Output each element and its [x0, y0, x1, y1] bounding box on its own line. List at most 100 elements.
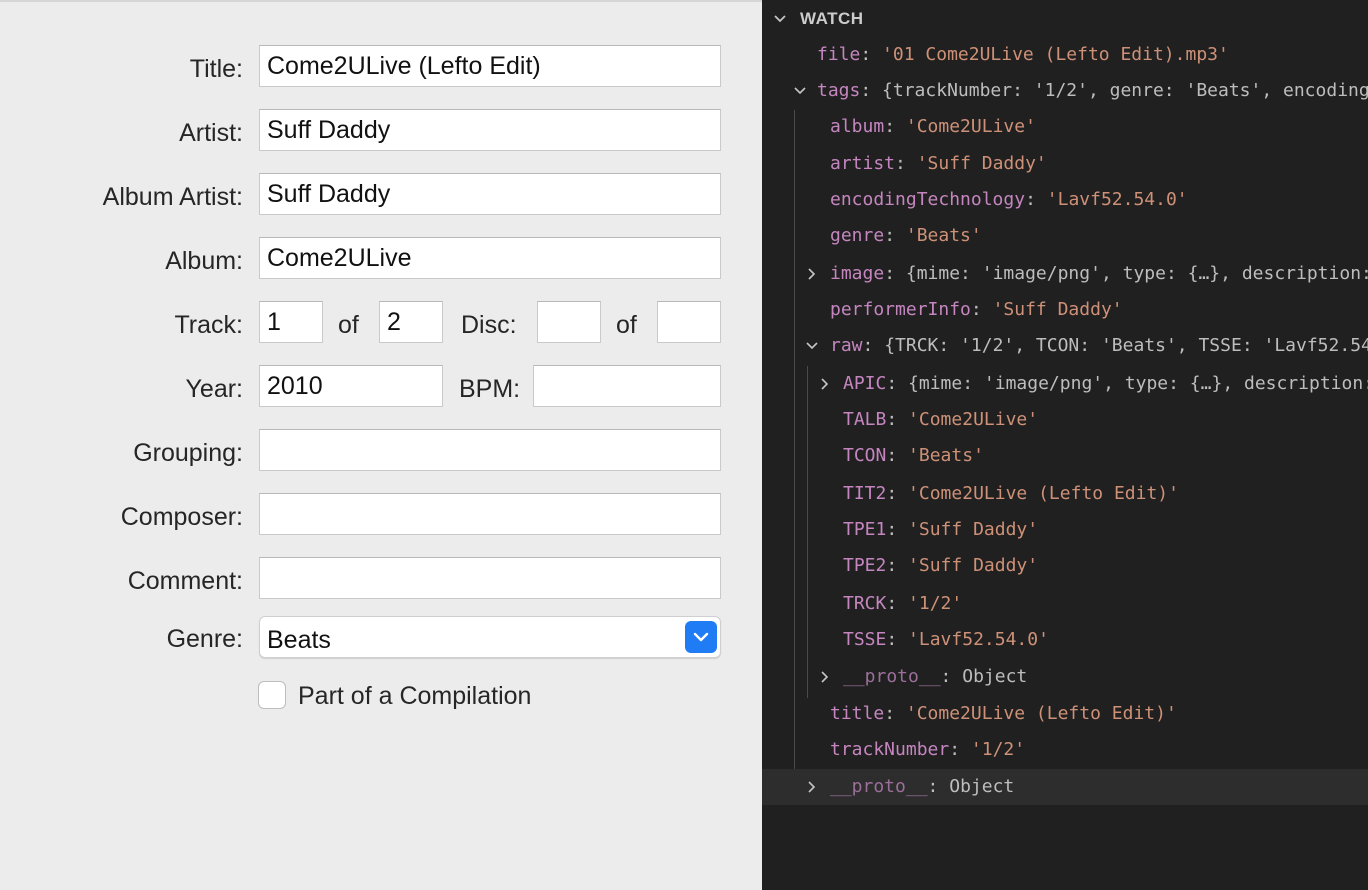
album-field[interactable]: Come2ULive [259, 237, 721, 279]
genre-label: Genre: [166, 625, 243, 653]
album-artist-field[interactable]: Suff Daddy [259, 173, 721, 215]
chevron-right-icon[interactable] [802, 256, 822, 292]
title-label: Title: [189, 55, 243, 83]
genre-dropdown-button[interactable] [685, 621, 717, 653]
watch-value: {mime: 'image/png', type: {…}, descripti… [905, 263, 1368, 284]
watch-row[interactable]: TIT2: 'Come2ULive (Lefto Edit)' [762, 476, 1368, 512]
watch-value: {mime: 'image/png', type: {…}, descripti… [908, 373, 1368, 394]
disc-of-label: of [616, 311, 637, 339]
track-total-field[interactable]: 2 [379, 301, 443, 343]
watch-value: 'Come2ULive' [908, 409, 1039, 430]
watch-key: tags [817, 80, 861, 101]
watch-value: {TRCK: '1/2', TCON: 'Beats', TSSE: 'Lavf… [884, 335, 1368, 356]
watch-value: 'Come2ULive (Lefto Edit)' [908, 483, 1179, 504]
watch-panel: WATCH file: '01 Come2ULive (Lefto Edit).… [762, 0, 1368, 890]
grouping-label: Grouping: [133, 439, 243, 467]
watch-value: 'Beats' [905, 225, 982, 246]
watch-value: 'Suff Daddy' [916, 153, 1047, 174]
watch-row[interactable]: __proto__: Object [762, 769, 1368, 805]
title-field[interactable]: Come2ULive (Lefto Edit) [259, 45, 721, 87]
watch-row[interactable]: file: '01 Come2ULive (Lefto Edit).mp3' [762, 37, 1368, 73]
disc-number-field[interactable] [537, 301, 601, 343]
compilation-label: Part of a Compilation [298, 682, 532, 710]
comment-label: Comment: [127, 567, 243, 595]
composer-field[interactable] [259, 493, 721, 535]
artist-field[interactable]: Suff Daddy [259, 109, 721, 151]
watch-value: '01 Come2ULive (Lefto Edit).mp3' [882, 44, 1229, 65]
watch-row[interactable]: TCON: 'Beats' [762, 438, 1368, 474]
album-label: Album: [165, 247, 243, 275]
watch-key: album [830, 116, 885, 137]
chevron-right-icon[interactable] [815, 659, 835, 695]
watch-key: __proto__ [830, 776, 928, 797]
watch-key: TSSE [843, 629, 887, 650]
watch-key: title [830, 703, 885, 724]
genre-select-value: Beats [267, 626, 331, 654]
chevron-down-icon[interactable] [790, 73, 810, 109]
watch-value: 'Suff Daddy' [908, 555, 1039, 576]
watch-row[interactable]: performerInfo: 'Suff Daddy' [762, 292, 1368, 328]
watch-key: __proto__ [843, 666, 941, 687]
watch-row[interactable]: title: 'Come2ULive (Lefto Edit)' [762, 696, 1368, 732]
watch-row[interactable]: genre: 'Beats' [762, 218, 1368, 254]
chevron-right-icon[interactable] [815, 366, 835, 402]
chevron-down-icon[interactable] [802, 328, 822, 364]
watch-key: TPE2 [843, 555, 887, 576]
watch-header[interactable]: WATCH [762, 1, 1368, 37]
watch-row[interactable]: TSSE: 'Lavf52.54.0' [762, 622, 1368, 658]
watch-key: TALB [843, 409, 887, 430]
watch-header-label: WATCH [800, 9, 864, 28]
watch-key: TRCK [843, 593, 887, 614]
genre-select[interactable]: Beats [259, 616, 721, 658]
watch-value: 'Come2ULive' [905, 116, 1036, 137]
track-label: Track: [174, 311, 243, 339]
watch-row[interactable]: raw: {TRCK: '1/2', TCON: 'Beats', TSSE: … [762, 328, 1368, 364]
watch-key: artist [830, 153, 896, 174]
watch-row[interactable]: artist: 'Suff Daddy' [762, 146, 1368, 182]
watch-key: TCON [843, 445, 887, 466]
watch-key: image [830, 263, 885, 284]
disc-total-field[interactable] [657, 301, 721, 343]
artist-label: Artist: [179, 119, 243, 147]
watch-value: '1/2' [908, 593, 963, 614]
watch-row[interactable]: trackNumber: '1/2' [762, 732, 1368, 768]
watch-row[interactable]: tags: {trackNumber: '1/2', genre: 'Beats… [762, 73, 1368, 109]
watch-key: TIT2 [843, 483, 887, 504]
chevron-down-icon [693, 632, 709, 642]
bpm-label: BPM: [459, 375, 521, 403]
tag-editor-form: Title: Come2ULive (Lefto Edit) Artist: S… [0, 0, 762, 890]
watch-value: Object [962, 666, 1028, 687]
watch-value: 'Suff Daddy' [908, 519, 1039, 540]
watch-value: Object [949, 776, 1015, 797]
watch-row[interactable]: __proto__: Object [762, 659, 1368, 695]
watch-row[interactable]: TRCK: '1/2' [762, 586, 1368, 622]
year-label: Year: [185, 375, 243, 403]
watch-value: 'Beats' [908, 445, 984, 466]
watch-row[interactable]: image: {mime: 'image/png', type: {…}, de… [762, 256, 1368, 292]
watch-row[interactable]: APIC: {mime: 'image/png', type: {…}, des… [762, 366, 1368, 402]
year-field[interactable]: 2010 [259, 365, 443, 407]
chevron-right-icon[interactable] [802, 769, 822, 805]
chevron-down-icon[interactable] [770, 1, 790, 37]
watch-key: trackNumber [830, 739, 950, 760]
watch-value: {trackNumber: '1/2', genre: 'Beats', enc… [882, 80, 1368, 101]
comment-field[interactable] [259, 557, 721, 599]
watch-key: encodingTechnology [830, 189, 1026, 210]
watch-row[interactable]: album: 'Come2ULive' [762, 109, 1368, 145]
watch-row[interactable]: TPE2: 'Suff Daddy' [762, 548, 1368, 584]
watch-row[interactable]: TPE1: 'Suff Daddy' [762, 512, 1368, 548]
composer-label: Composer: [120, 503, 243, 531]
watch-value: '1/2' [970, 739, 1026, 760]
grouping-field[interactable] [259, 429, 721, 471]
watch-row[interactable]: TALB: 'Come2ULive' [762, 402, 1368, 438]
track-of-label: of [338, 311, 359, 339]
watch-value: 'Lavf52.54.0' [1046, 189, 1188, 210]
compilation-checkbox[interactable] [258, 681, 286, 709]
watch-key: APIC [843, 373, 887, 394]
watch-row[interactable]: encodingTechnology: 'Lavf52.54.0' [762, 182, 1368, 218]
watch-key: TPE1 [843, 519, 887, 540]
track-number-field[interactable]: 1 [259, 301, 323, 343]
bpm-field[interactable] [533, 365, 721, 407]
watch-key: genre [830, 225, 885, 246]
album-artist-label: Album Artist: [102, 183, 243, 211]
